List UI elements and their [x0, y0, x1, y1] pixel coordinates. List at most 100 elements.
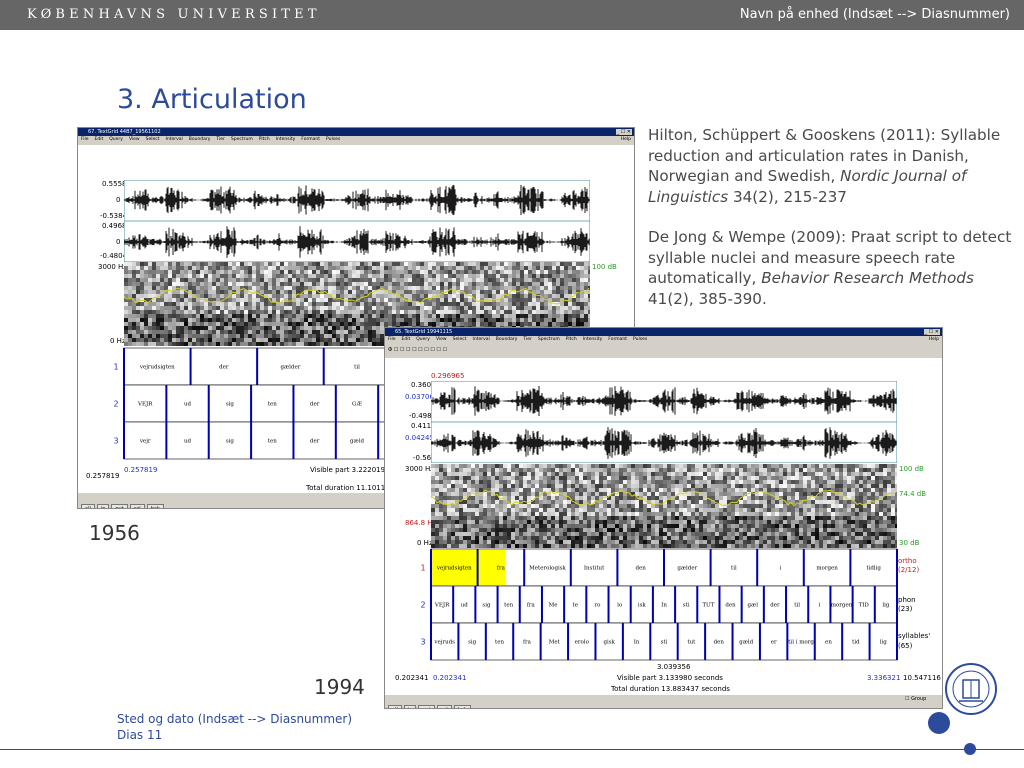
menu-item-pulses[interactable]: Pulses [326, 137, 340, 142]
interval-label: tut [687, 640, 696, 646]
menu-item-file[interactable]: File [388, 337, 396, 342]
menu-item-pitch[interactable]: Pitch [259, 137, 270, 142]
interval-label: sti [661, 640, 668, 646]
interval-label: erolo [575, 640, 590, 646]
menu-item-select[interactable]: Select [146, 137, 160, 142]
interval-label: der [219, 365, 229, 371]
menu-item-tier[interactable]: Tier [216, 137, 224, 142]
red-time-label: 0.296965 [431, 372, 465, 380]
waveform-1956[interactable] [124, 180, 590, 262]
menu-item-view[interactable]: View [436, 337, 447, 342]
in-button[interactable]: in [96, 504, 110, 508]
wave-label: -0.5384 [100, 212, 128, 220]
menu-bar-1994[interactable]: File Edit Query View Select Interval Boundary T… [385, 336, 942, 344]
sel-button[interactable]: sel [436, 705, 452, 708]
interval-label: gæld [739, 640, 753, 646]
menu-item-boundary[interactable]: Boundary [496, 337, 518, 342]
interval-label: i [780, 566, 782, 572]
menu-item-spectrum[interactable]: Spectrum [538, 337, 560, 342]
interval-label: VEJR [434, 603, 450, 609]
interval-label: der [770, 603, 780, 609]
zoom-buttons-1956[interactable]: all in out sel bak [81, 495, 166, 508]
wave-label: 0 [116, 238, 121, 246]
menu-item-view[interactable]: View [129, 137, 140, 142]
menu-item-intensity[interactable]: Intensity [276, 137, 296, 142]
interval-label: sig [226, 439, 235, 445]
menu-item-formant[interactable]: Formant [608, 337, 627, 342]
footer-date: Sted og dato (Indsæt --> Diasnummer) [117, 712, 353, 726]
out-button[interactable]: out [111, 504, 128, 508]
menu-item-pulses[interactable]: Pulses [633, 337, 647, 342]
menu-bar-1956[interactable]: File Edit Query View Select Interval Boundary T… [78, 136, 634, 144]
total-duration: Total duration 13.883437 seconds [611, 685, 730, 693]
menu-item-intensity[interactable]: Intensity [583, 337, 603, 342]
interval-label: der [310, 402, 320, 408]
interval-label: fra [497, 566, 506, 572]
interval-label: ud [184, 402, 192, 408]
db-mid-label: 74.4 dB [899, 490, 927, 498]
reference-2-journal: Behavior Research Methods [761, 269, 974, 287]
menu-item-boundary[interactable]: Boundary [189, 137, 211, 142]
menu-item-formant[interactable]: Formant [301, 137, 320, 142]
menu-item-spectrum[interactable]: Spectrum [231, 137, 253, 142]
interval-label: morgen [816, 566, 838, 572]
menu-item-interval[interactable]: Interval [473, 337, 490, 342]
decorative-dot-small [964, 743, 976, 755]
menu-item-pitch[interactable]: Pitch [566, 337, 577, 342]
total-duration: Total duration 11.101104 [306, 484, 395, 492]
menu-item-edit[interactable]: Edit [95, 137, 104, 142]
menu-item-interval[interactable]: Interval [166, 137, 183, 142]
interval-label: GÆ [352, 402, 362, 408]
interval-label: til [731, 566, 737, 572]
spectrogram-1994[interactable] [431, 464, 897, 548]
group-checkbox[interactable]: ☐ Group [905, 696, 926, 702]
window-controls[interactable]: _ ☐ ✕ [615, 129, 632, 135]
cursor-time-blue: 0.202341 [433, 674, 467, 682]
header-bar: KØBENHAVNS UNIVERSITET Navn på enhed (In… [0, 0, 1024, 30]
year-label-1956: 1956 [89, 521, 140, 545]
help-menu[interactable]: Help [929, 336, 939, 344]
menu-item-edit[interactable]: Edit [402, 337, 411, 342]
interval-label: fra [523, 640, 532, 646]
sub-toolbar[interactable]: Ф ☐ ☐ ☐ ☐ ☐ ☐ ☐ ☐ ☐ [388, 347, 447, 353]
out-button[interactable]: out [418, 705, 435, 708]
sel-button[interactable]: sel [129, 504, 145, 508]
interval-label: tidlig [866, 566, 881, 572]
selection-duration: 3.039356 [657, 663, 691, 671]
bak-button[interactable]: bak [146, 504, 164, 508]
interval-label: sig [482, 603, 491, 609]
menu-item-select[interactable]: Select [453, 337, 467, 342]
db-top-label: 100 dB [592, 263, 617, 271]
window-title-1956: 67. TextGrid 44B7_19561102 [78, 128, 634, 136]
interval-label: ud [184, 439, 192, 445]
all-button[interactable]: all [388, 705, 402, 708]
menu-item-query[interactable]: Query [416, 337, 430, 342]
db-top-label: 100 dB [899, 465, 924, 473]
interval-label: lig [882, 603, 890, 609]
interval-label: TID [859, 603, 870, 609]
window-controls[interactable]: _ ☐ ✕ [923, 329, 940, 335]
interval-label: gælder [677, 566, 697, 572]
waveform-1994[interactable] [431, 381, 897, 463]
zoom-buttons-1994[interactable]: allinoutselbak [388, 696, 473, 708]
in-button[interactable]: in [403, 705, 417, 708]
menu-item-file[interactable]: File [81, 137, 89, 142]
interval-label: sig [226, 402, 235, 408]
reference-1: Hilton, Schüppert & Gooskens (2011): Syl… [648, 125, 1018, 207]
menu-item-query[interactable]: Query [109, 137, 123, 142]
textgrid-1994[interactable]: 1 vejrudsigten fra Meterologisk Institut den g… [385, 547, 942, 663]
help-menu[interactable]: Help [621, 136, 631, 144]
interval-label: den [636, 566, 647, 572]
praat-window-1994[interactable]: 65. TextGrid 19941115 _ ☐ ✕ File Edit Quer… [384, 327, 943, 709]
university-seal-icon [945, 663, 997, 715]
references: Hilton, Schüppert & Gooskens (2011): Syl… [648, 125, 1018, 329]
interval-label: vejr [139, 439, 151, 445]
all-button[interactable]: all [81, 504, 95, 508]
bak-button[interactable]: bak [453, 705, 471, 708]
svg-text:1: 1 [113, 363, 118, 372]
unit-name: Navn på enhed (Indsæt --> Diasnummer) [739, 7, 1010, 22]
menu-item-tier[interactable]: Tier [523, 337, 531, 342]
interval-label: In [634, 640, 640, 646]
right-time-blue: 3.336321 [867, 674, 901, 682]
interval-label: gisk [603, 640, 615, 646]
